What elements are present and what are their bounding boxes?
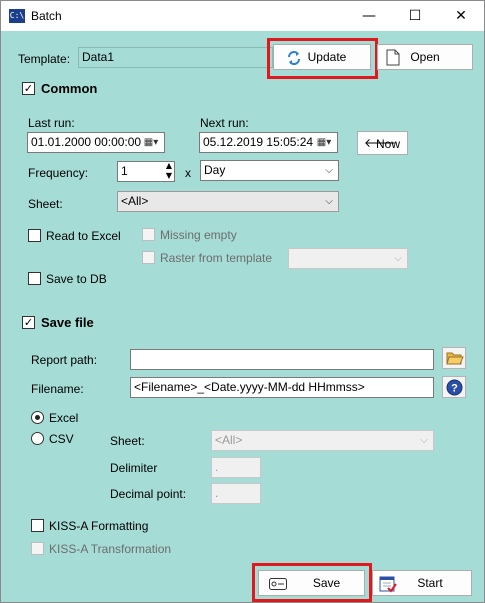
csv-label: CSV	[49, 432, 74, 446]
report-path-label: Report path:	[31, 353, 98, 367]
now-button[interactable]: 🡐 Now	[357, 131, 408, 155]
start-button[interactable]: Start	[372, 570, 472, 596]
chevron-down-icon: ⌵	[325, 165, 333, 176]
next-run-label: Next run:	[200, 116, 249, 130]
kiss-formatting-label: KISS-A Formatting	[49, 519, 149, 533]
missing-empty-label: Missing empty	[160, 228, 237, 242]
minimize-button[interactable]: —	[346, 1, 392, 31]
stepper-up-icon[interactable]: ▲	[166, 162, 172, 170]
app-icon: C:\	[9, 9, 25, 23]
filename-label: Filename:	[31, 382, 84, 396]
chevron-down-icon: ⌵	[420, 435, 428, 446]
sheet-select[interactable]: <All> ⌵	[117, 191, 339, 212]
save-file-title: Save file	[41, 315, 94, 330]
raster-checkbox[interactable]	[142, 251, 155, 264]
template-label: Template:	[18, 52, 71, 66]
close-button[interactable]: ✕	[438, 1, 484, 31]
highlight-update	[267, 38, 378, 79]
frequency-unit-select[interactable]: Day ⌵	[200, 160, 339, 181]
sheet-label: Sheet:	[28, 197, 63, 211]
start-label: Start	[417, 576, 443, 590]
calendar-dropdown-icon[interactable]: ▦▾	[312, 133, 336, 152]
read-to-excel-label: Read to Excel	[46, 229, 121, 243]
kiss-transformation-label: KISS-A Transformation	[49, 542, 172, 556]
csv-sheet-select[interactable]: <All> ⌵	[211, 430, 434, 451]
open-label: Open	[410, 50, 440, 64]
title-bar: C:\ Batch — ☐ ✕	[1, 1, 484, 31]
frequency-x: x	[185, 166, 191, 180]
frequency-label: Frequency:	[28, 166, 89, 180]
decimal-point-input[interactable]: .	[211, 483, 261, 504]
read-to-excel-checkbox[interactable]	[28, 229, 41, 242]
delimiter-input[interactable]: .	[211, 457, 261, 478]
frequency-stepper[interactable]: 1 ▲ ▼	[117, 161, 175, 182]
browse-folder-button[interactable]	[442, 347, 466, 369]
kiss-transformation-checkbox[interactable]	[31, 542, 44, 555]
maximize-button[interactable]: ☐	[392, 1, 438, 31]
csv-sheet-label: Sheet:	[110, 434, 145, 448]
open-button[interactable]: Open	[377, 44, 473, 70]
frequency-unit-value: Day	[204, 163, 226, 177]
delimiter-label: Delimiter	[110, 461, 158, 475]
last-run-value: 01.01.2000 00:00:00	[31, 135, 142, 149]
frequency-value: 1	[121, 164, 128, 178]
save-to-db-label: Save to DB	[46, 272, 107, 286]
raster-label: Raster from template	[160, 251, 273, 265]
window-title: Batch	[31, 9, 62, 23]
chevron-down-icon: ⌵	[325, 196, 333, 207]
chevron-down-icon: ⌵	[394, 253, 402, 264]
save-to-db-checkbox[interactable]	[28, 272, 41, 285]
folder-icon	[446, 352, 464, 365]
stepper-down-icon[interactable]: ▼	[166, 171, 172, 180]
excel-radio[interactable]	[31, 411, 44, 424]
last-run-field[interactable]: 01.01.2000 00:00:00 ▦▾	[27, 132, 165, 153]
last-run-label: Last run:	[28, 116, 75, 130]
decimal-point-label: Decimal point:	[110, 487, 187, 501]
batch-window: C:\ Batch — ☐ ✕ Template: Data1 Update O…	[0, 0, 485, 603]
common-title: Common	[41, 81, 98, 96]
help-button[interactable]: ?	[442, 376, 466, 398]
filename-input[interactable]: <Filename>_<Date.yyyy-MM-dd HHmmss>	[130, 377, 434, 398]
next-run-value: 05.12.2019 15:05:24	[203, 135, 314, 149]
excel-label: Excel	[49, 411, 79, 425]
common-checkbox[interactable]: ✓	[22, 82, 35, 95]
sheet-value: <All>	[121, 194, 149, 208]
save-file-checkbox[interactable]: ✓	[22, 316, 35, 329]
highlight-save	[252, 563, 372, 602]
help-icon: ?	[446, 379, 463, 396]
next-run-field[interactable]: 05.12.2019 15:05:24 ▦▾	[199, 132, 338, 153]
now-label: Now	[376, 137, 401, 151]
report-path-input[interactable]	[130, 349, 434, 370]
template-field: Data1	[78, 47, 273, 68]
csv-sheet-value: <All>	[215, 433, 243, 447]
csv-radio[interactable]	[31, 432, 44, 445]
calendar-dropdown-icon[interactable]: ▦▾	[139, 133, 163, 152]
raster-select[interactable]: ⌵	[288, 248, 408, 269]
svg-text:?: ?	[451, 383, 458, 395]
kiss-formatting-checkbox[interactable]	[31, 519, 44, 532]
missing-empty-checkbox[interactable]	[142, 228, 155, 241]
radio-selected-dot	[35, 415, 40, 420]
